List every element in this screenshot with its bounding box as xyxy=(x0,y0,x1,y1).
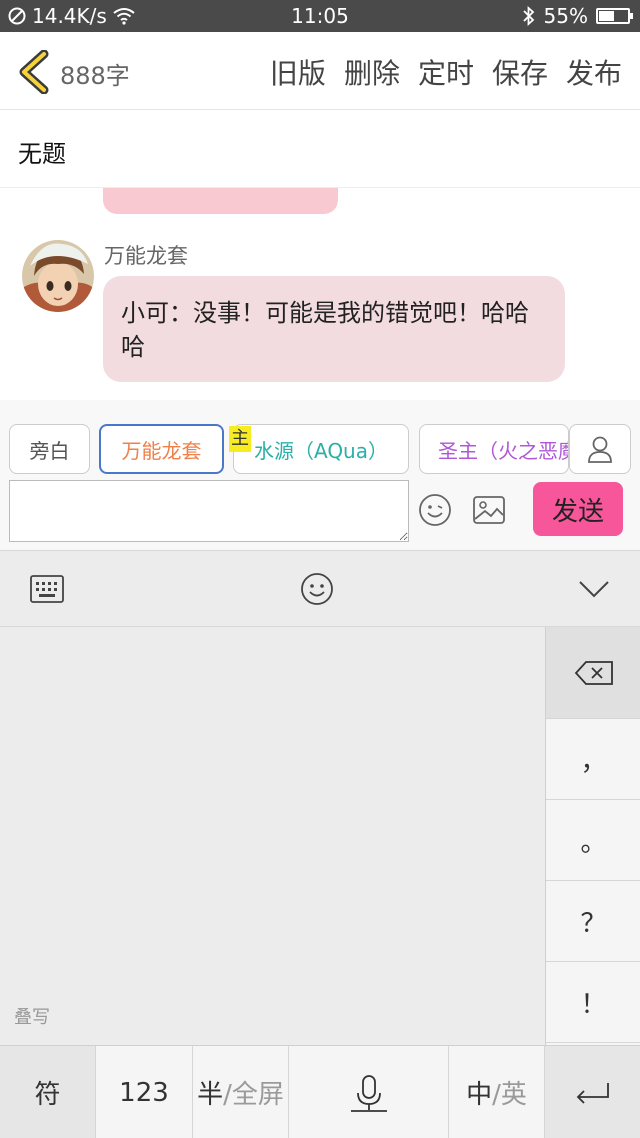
keyboard-toolbar xyxy=(0,550,640,627)
word-count: 888字 xyxy=(60,62,130,90)
chevron-down-icon[interactable] xyxy=(578,579,610,599)
role-aqua[interactable]: 水源（AQua） xyxy=(233,424,409,474)
full-screen-label: /全屏 xyxy=(223,1080,284,1110)
bluetooth-icon xyxy=(522,6,534,26)
status-bar: 14.4K/s 11:05 55% xyxy=(0,0,640,32)
send-button[interactable]: 发送 xyxy=(533,482,623,536)
language-key[interactable]: 中/英 xyxy=(449,1046,545,1138)
message-bubble[interactable]: 小可：没事！可能是我的错觉吧！哈哈哈 xyxy=(103,276,565,382)
role-wanneng[interactable]: 万能龙套 xyxy=(99,424,224,474)
doc-title: 无题 xyxy=(18,140,66,168)
back-icon[interactable] xyxy=(14,50,54,94)
half-full-screen-key[interactable]: 半/全屏 xyxy=(193,1046,289,1138)
battery-percent: 55% xyxy=(543,4,588,28)
chinese-label: 中 xyxy=(466,1080,493,1110)
period-key[interactable]: 。 xyxy=(546,800,640,881)
image-icon xyxy=(473,496,505,524)
voice-key[interactable] xyxy=(289,1046,449,1138)
main-role-badge: 主 xyxy=(229,426,251,452)
role-shengzhu[interactable]: 圣主（火之恶魔） xyxy=(419,424,569,474)
status-right: 55% xyxy=(522,4,633,28)
editor-header: 888字 旧版 删除 定时 保存 发布 xyxy=(0,32,640,110)
old-version-button[interactable]: 旧版 xyxy=(270,52,326,92)
emoji-icon[interactable] xyxy=(300,572,334,606)
schedule-button[interactable]: 定时 xyxy=(418,52,474,92)
half-label: 半 xyxy=(197,1080,224,1110)
exclamation-key[interactable]: ！ xyxy=(546,962,640,1043)
question-key[interactable]: ？ xyxy=(546,881,640,962)
keyboard-bottom-row: 符 123 半/全屏 中/英 xyxy=(0,1045,640,1138)
enter-key[interactable] xyxy=(545,1046,640,1138)
enter-icon xyxy=(576,1082,609,1104)
image-button[interactable] xyxy=(472,495,506,529)
delete-button[interactable]: 删除 xyxy=(344,52,400,92)
avatar-image xyxy=(22,240,94,312)
english-label: /英 xyxy=(492,1080,527,1110)
emoji-button[interactable] xyxy=(418,493,452,531)
previous-message-bubble xyxy=(103,188,338,214)
role-composer: 旁白 万能龙套 水源（AQua） 主 圣主（火之恶魔） 发送 xyxy=(0,400,640,550)
header-actions: 旧版 删除 定时 保存 发布 xyxy=(270,52,622,92)
numbers-key[interactable]: 123 xyxy=(96,1046,193,1138)
title-field[interactable]: 无题 xyxy=(0,110,640,188)
handwriting-area[interactable]: 叠写 xyxy=(0,627,545,1045)
stack-label: 叠写 xyxy=(14,1007,50,1028)
person-icon xyxy=(588,436,612,463)
backspace-icon xyxy=(574,660,613,685)
avatar[interactable] xyxy=(22,240,94,312)
battery-fill xyxy=(599,11,615,21)
publish-button[interactable]: 发布 xyxy=(566,52,622,92)
chat-area[interactable]: 万能龙套 小可：没事！可能是我的错觉吧！哈哈哈 xyxy=(0,188,640,400)
keyboard-icon[interactable] xyxy=(30,575,64,603)
role-narrator[interactable]: 旁白 xyxy=(9,424,90,474)
add-role-button[interactable] xyxy=(569,424,631,474)
microphone-icon xyxy=(350,1074,387,1112)
message-input[interactable] xyxy=(9,480,409,542)
backspace-key[interactable] xyxy=(546,627,640,719)
battery-icon xyxy=(596,8,633,24)
comma-key[interactable]: ， xyxy=(546,719,640,800)
symbols-key[interactable]: 符 xyxy=(0,1046,96,1138)
save-button[interactable]: 保存 xyxy=(492,52,548,92)
emoji-icon xyxy=(419,494,451,526)
keyboard-side-keys: ， 。 ？ ！ xyxy=(545,627,640,1045)
sender-name: 万能龙套 xyxy=(104,244,188,268)
